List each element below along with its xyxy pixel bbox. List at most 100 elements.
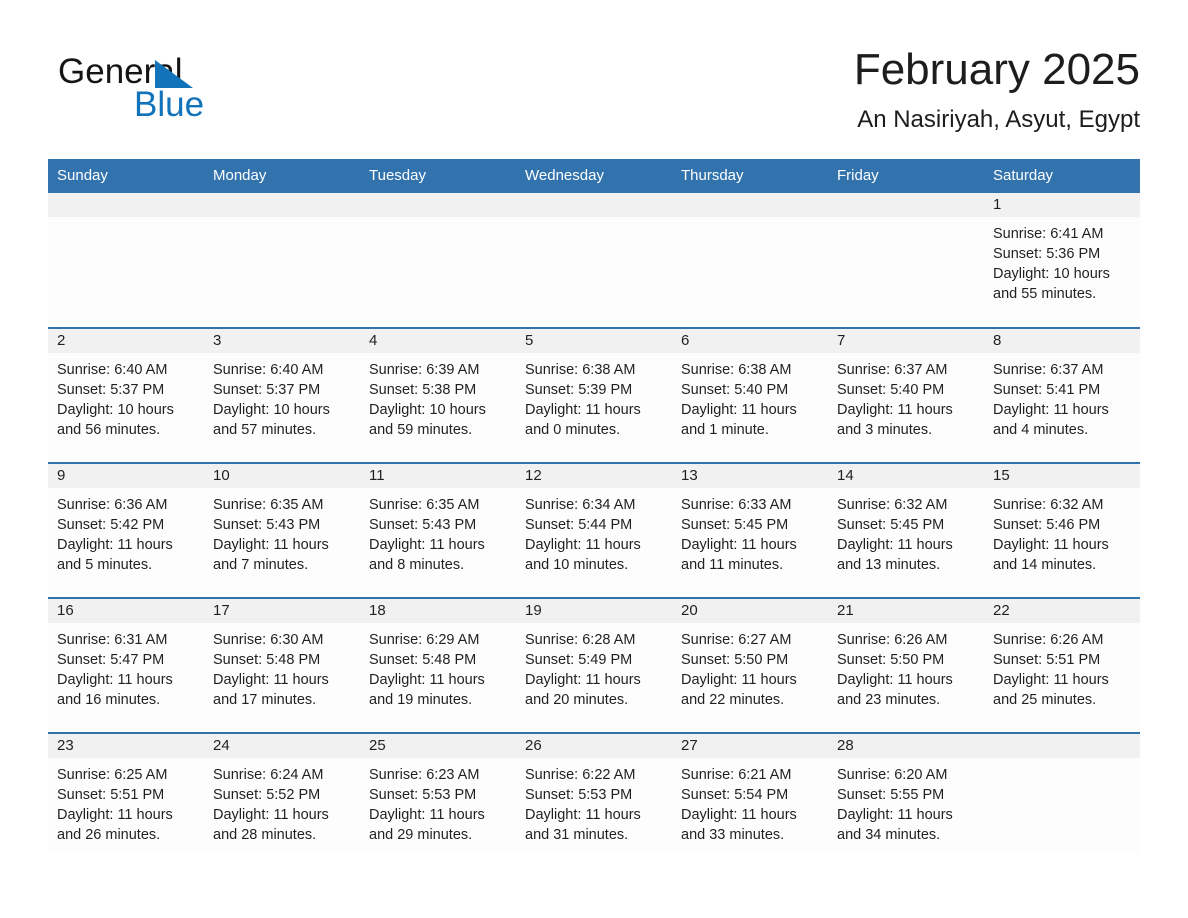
- sunset-text: Sunset: 5:50 PM: [837, 652, 945, 668]
- weekday-header-sunday: Sunday: [48, 159, 204, 193]
- calendar-day-cell[interactable]: 2 Sunrise: 6:40 AM Sunset: 5:37 PM Daylight…: [48, 327, 204, 463]
- sunrise-text: Sunrise: 6:26 AM: [837, 632, 948, 648]
- calendar-day-cell[interactable]: 27 Sunrise: 6:21 AM Sunset: 5:54 PM Dayligh…: [672, 732, 828, 853]
- day-details: Sunrise: 6:24 AM Sunset: 5:52 PM Daylight:…: [204, 758, 360, 845]
- calendar-day-cell[interactable]: 28 Sunrise: 6:20 AM Sunset: 5:55 PM Dayligh…: [828, 732, 984, 853]
- day-number-band: 12: [516, 464, 672, 488]
- daylight-text-line1: Daylight: 11 hours: [837, 402, 953, 418]
- calendar-day-cell[interactable]: 22 Sunrise: 6:26 AM Sunset: 5:51 PM Dayligh…: [984, 597, 1140, 733]
- calendar-day-cell[interactable]: 21 Sunrise: 6:26 AM Sunset: 5:50 PM Dayligh…: [828, 597, 984, 733]
- calendar-day-cell[interactable]: 20 Sunrise: 6:27 AM Sunset: 5:50 PM Dayligh…: [672, 597, 828, 733]
- daylight-text-line1: Daylight: 11 hours: [525, 537, 641, 553]
- sunset-text: Sunset: 5:36 PM: [993, 246, 1101, 262]
- daylight-text-line1: Daylight: 11 hours: [837, 537, 953, 553]
- day-number: 17: [213, 602, 230, 619]
- day-number: 19: [525, 602, 542, 619]
- calendar-day-cell[interactable]: 25 Sunrise: 6:23 AM Sunset: 5:53 PM Dayligh…: [360, 732, 516, 853]
- sunrise-text: Sunrise: 6:23 AM: [369, 767, 480, 783]
- sunset-text: Sunset: 5:37 PM: [57, 382, 165, 398]
- sunset-text: Sunset: 5:52 PM: [213, 787, 321, 803]
- calendar-day-cell[interactable]: 17 Sunrise: 6:30 AM Sunset: 5:48 PM Dayligh…: [204, 597, 360, 733]
- sunset-text: Sunset: 5:45 PM: [681, 517, 789, 533]
- daylight-text-line2: and 22 minutes.: [681, 692, 785, 708]
- calendar-week-row: 23 Sunrise: 6:25 AM Sunset: 5:51 PM Dayligh…: [48, 732, 1140, 853]
- calendar-day-cell[interactable]: 11 Sunrise: 6:35 AM Sunset: 5:43 PM Dayligh…: [360, 462, 516, 598]
- calendar-day-cell[interactable]: 16 Sunrise: 6:31 AM Sunset: 5:47 PM Dayligh…: [48, 597, 204, 733]
- day-details: Sunrise: 6:39 AM Sunset: 5:38 PM Daylight:…: [360, 353, 516, 440]
- blue-triangle-icon: [155, 60, 193, 88]
- daylight-text-line1: Daylight: 11 hours: [681, 402, 797, 418]
- calendar-day-cell[interactable]: 9 Sunrise: 6:36 AM Sunset: 5:42 PM Daylight…: [48, 462, 204, 598]
- calendar-day-cell-empty: [360, 193, 516, 328]
- sunset-text: Sunset: 5:48 PM: [213, 652, 321, 668]
- calendar-day-cell[interactable]: 6 Sunrise: 6:38 AM Sunset: 5:40 PM Daylight…: [672, 327, 828, 463]
- sunrise-text: Sunrise: 6:30 AM: [213, 632, 324, 648]
- day-details: Sunrise: 6:20 AM Sunset: 5:55 PM Daylight:…: [828, 758, 984, 845]
- day-details: Sunrise: 6:23 AM Sunset: 5:53 PM Daylight:…: [360, 758, 516, 845]
- day-number-band: [984, 734, 1140, 758]
- day-number-band: 20: [672, 599, 828, 623]
- calendar-day-cell[interactable]: 8 Sunrise: 6:37 AM Sunset: 5:41 PM Daylight…: [984, 327, 1140, 463]
- day-number: 15: [993, 467, 1010, 484]
- sunrise-text: Sunrise: 6:27 AM: [681, 632, 792, 648]
- daylight-text-line2: and 0 minutes.: [525, 422, 621, 438]
- day-number: 20: [681, 602, 698, 619]
- calendar-week-row: 1 Sunrise: 6:41 AM Sunset: 5:36 PM Daylight…: [48, 193, 1140, 328]
- calendar-day-cell[interactable]: 26 Sunrise: 6:22 AM Sunset: 5:53 PM Dayligh…: [516, 732, 672, 853]
- daylight-text-line2: and 16 minutes.: [57, 692, 161, 708]
- daylight-text-line1: Daylight: 11 hours: [837, 672, 953, 688]
- calendar-day-cell[interactable]: 24 Sunrise: 6:24 AM Sunset: 5:52 PM Dayligh…: [204, 732, 360, 853]
- daylight-text-line2: and 29 minutes.: [369, 827, 473, 843]
- day-number-band: 3: [204, 329, 360, 353]
- sunrise-text: Sunrise: 6:37 AM: [993, 362, 1104, 378]
- sunrise-text: Sunrise: 6:35 AM: [369, 497, 480, 513]
- calendar-day-cell[interactable]: 12 Sunrise: 6:34 AM Sunset: 5:44 PM Dayligh…: [516, 462, 672, 598]
- calendar-day-cell[interactable]: 4 Sunrise: 6:39 AM Sunset: 5:38 PM Daylight…: [360, 327, 516, 463]
- logo-word-blue: Blue: [134, 85, 205, 124]
- calendar-day-cell[interactable]: 1 Sunrise: 6:41 AM Sunset: 5:36 PM Daylight…: [984, 193, 1140, 328]
- sunrise-text: Sunrise: 6:20 AM: [837, 767, 948, 783]
- calendar-day-cell[interactable]: 15 Sunrise: 6:32 AM Sunset: 5:46 PM Dayligh…: [984, 462, 1140, 598]
- calendar-day-cell-empty: [48, 193, 204, 328]
- calendar-day-cell[interactable]: 19 Sunrise: 6:28 AM Sunset: 5:49 PM Dayligh…: [516, 597, 672, 733]
- day-details: Sunrise: 6:28 AM Sunset: 5:49 PM Daylight:…: [516, 623, 672, 710]
- daylight-text-line1: Daylight: 11 hours: [681, 807, 797, 823]
- day-number: 27: [681, 737, 698, 754]
- sunset-text: Sunset: 5:51 PM: [57, 787, 165, 803]
- day-details: Sunrise: 6:40 AM Sunset: 5:37 PM Daylight:…: [204, 353, 360, 440]
- sunrise-text: Sunrise: 6:33 AM: [681, 497, 792, 513]
- day-number: 16: [57, 602, 74, 619]
- day-details: Sunrise: 6:30 AM Sunset: 5:48 PM Daylight:…: [204, 623, 360, 710]
- weekday-header-saturday: Saturday: [984, 159, 1140, 193]
- calendar-day-cell[interactable]: 13 Sunrise: 6:33 AM Sunset: 5:45 PM Dayligh…: [672, 462, 828, 598]
- day-number-band: 10: [204, 464, 360, 488]
- calendar-day-cell[interactable]: 14 Sunrise: 6:32 AM Sunset: 5:45 PM Dayligh…: [828, 462, 984, 598]
- sunrise-text: Sunrise: 6:36 AM: [57, 497, 168, 513]
- daylight-text-line1: Daylight: 11 hours: [993, 672, 1109, 688]
- calendar-day-cell[interactable]: 23 Sunrise: 6:25 AM Sunset: 5:51 PM Dayligh…: [48, 732, 204, 853]
- daylight-text-line2: and 59 minutes.: [369, 422, 473, 438]
- general-blue-logo[interactable]: General Blue: [58, 52, 378, 142]
- sunset-text: Sunset: 5:40 PM: [681, 382, 789, 398]
- sunset-text: Sunset: 5:47 PM: [57, 652, 165, 668]
- day-number: 12: [525, 467, 542, 484]
- day-number: 7: [837, 332, 846, 349]
- sunrise-text: Sunrise: 6:29 AM: [369, 632, 480, 648]
- day-details: Sunrise: 6:32 AM Sunset: 5:45 PM Daylight:…: [828, 488, 984, 575]
- day-number: 13: [681, 467, 698, 484]
- day-number-band: 22: [984, 599, 1140, 623]
- daylight-text-line1: Daylight: 11 hours: [681, 537, 797, 553]
- calendar-day-cell[interactable]: 10 Sunrise: 6:35 AM Sunset: 5:43 PM Dayligh…: [204, 462, 360, 598]
- daylight-text-line2: and 23 minutes.: [837, 692, 941, 708]
- calendar-day-cell[interactable]: 3 Sunrise: 6:40 AM Sunset: 5:37 PM Daylight…: [204, 327, 360, 463]
- calendar-day-cell[interactable]: 7 Sunrise: 6:37 AM Sunset: 5:40 PM Daylight…: [828, 327, 984, 463]
- sunrise-text: Sunrise: 6:34 AM: [525, 497, 636, 513]
- daylight-text-line2: and 10 minutes.: [525, 557, 629, 573]
- calendar-day-cell[interactable]: 18 Sunrise: 6:29 AM Sunset: 5:48 PM Dayligh…: [360, 597, 516, 733]
- day-number-band: 7: [828, 329, 984, 353]
- daylight-text-line2: and 26 minutes.: [57, 827, 161, 843]
- daylight-text-line1: Daylight: 11 hours: [57, 672, 173, 688]
- calendar-day-cell[interactable]: 5 Sunrise: 6:38 AM Sunset: 5:39 PM Daylight…: [516, 327, 672, 463]
- weekday-header-tuesday: Tuesday: [360, 159, 516, 193]
- day-number-band: 16: [48, 599, 204, 623]
